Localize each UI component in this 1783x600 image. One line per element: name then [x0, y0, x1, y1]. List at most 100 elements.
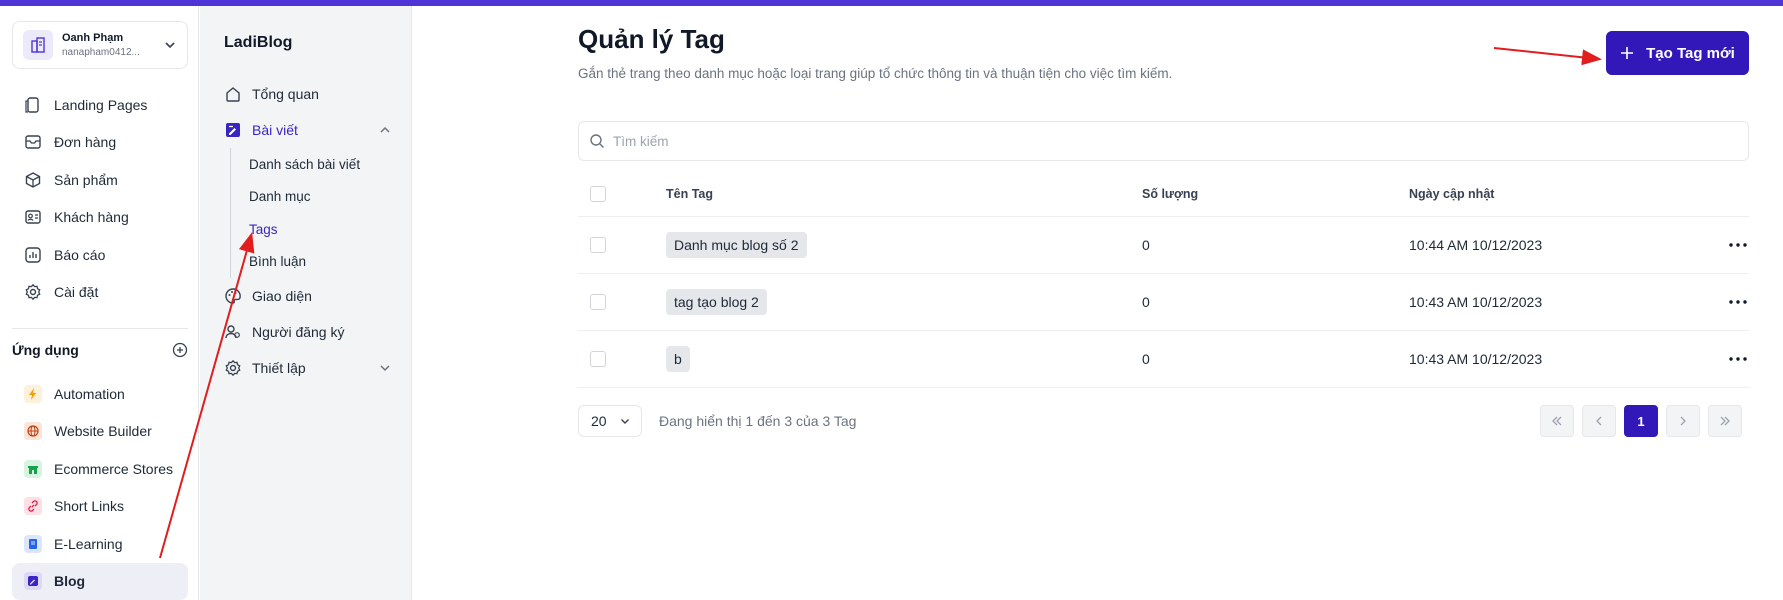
- app-label: Website Builder: [54, 423, 152, 440]
- globe-icon: [24, 422, 42, 441]
- more-options-icon[interactable]: [1727, 292, 1749, 312]
- blog-nav: Tổng quan Bài viết Danh sách bài viết Da…: [224, 76, 392, 386]
- chevron-down-icon: [621, 419, 629, 424]
- nav-settings[interactable]: Cài đặt: [12, 274, 188, 312]
- account-switcher[interactable]: Oanh Phạm nanapham0412...: [12, 21, 188, 69]
- sidebar-item-posts[interactable]: Bài viết: [224, 112, 392, 148]
- column-header-quantity[interactable]: Số lượng: [1142, 187, 1198, 201]
- apps-header: Ứng dụng: [12, 342, 188, 358]
- tags-table: Tên Tag Số lượng Ngày cập nhật Danh mục …: [578, 171, 1749, 388]
- users-icon: [224, 323, 242, 341]
- bolt-icon: [24, 384, 42, 403]
- more-options-icon[interactable]: [1727, 235, 1749, 255]
- chevron-down-icon: [380, 365, 390, 372]
- home-icon: [224, 85, 242, 103]
- add-circle-icon[interactable]: [172, 342, 188, 358]
- apps-title: Ứng dụng: [12, 342, 79, 358]
- app-label: Short Links: [54, 498, 125, 515]
- sidebar-item-theme[interactable]: Giao diện: [224, 278, 392, 314]
- sidebar-item-subscribers[interactable]: Người đăng ký: [224, 314, 392, 350]
- table-footer: 20 Đang hiển thị 1 đến 3 của 3 Tag 1: [578, 405, 1749, 437]
- divider: [12, 328, 188, 329]
- nav-landing-pages[interactable]: Landing Pages: [12, 86, 188, 124]
- sidebar-item-label: Người đăng ký: [252, 324, 345, 340]
- more-options-icon[interactable]: [1727, 349, 1749, 369]
- sidebar-item-label: Tổng quan: [252, 86, 319, 102]
- tag-quantity: 0: [1142, 237, 1150, 253]
- column-header-updated[interactable]: Ngày cập nhật: [1409, 187, 1494, 201]
- apps-list: Automation Website Builder Ecommerce Sto…: [12, 375, 188, 600]
- posts-submenu: Danh sách bài viết Danh mục Tags Bình lu…: [230, 148, 392, 278]
- row-checkbox[interactable]: [590, 294, 606, 310]
- double-chevron-right-icon: [1720, 416, 1730, 426]
- tag-updated-date: 10:44 AM 10/12/2023: [1409, 237, 1543, 253]
- app-ecommerce-stores[interactable]: Ecommerce Stores: [12, 450, 188, 488]
- app-website-builder[interactable]: Website Builder: [12, 413, 188, 451]
- nav-products[interactable]: Sản phẩm: [12, 161, 188, 199]
- box-icon: [24, 171, 42, 189]
- nav-reports[interactable]: Báo cáo: [12, 236, 188, 274]
- nav-customers[interactable]: Khách hàng: [12, 199, 188, 237]
- app-short-links[interactable]: Short Links: [12, 488, 188, 526]
- tag-name[interactable]: Danh mục blog số 2: [666, 232, 807, 258]
- tag-updated-date: 10:43 AM 10/12/2023: [1409, 294, 1543, 310]
- main-sidebar: Oanh Phạm nanapham0412... Landing Pages …: [0, 6, 199, 600]
- search-icon: [590, 134, 604, 148]
- page-button-current[interactable]: 1: [1624, 405, 1658, 437]
- building-icon: [23, 30, 53, 60]
- plus-icon: [1621, 47, 1634, 59]
- search-box[interactable]: [578, 121, 1749, 161]
- sidebar-item-overview[interactable]: Tổng quan: [224, 76, 392, 112]
- app-blog[interactable]: Blog: [12, 562, 188, 600]
- app-automation[interactable]: Automation: [12, 375, 188, 413]
- app-label: Blog: [54, 573, 86, 590]
- main-content: Quản lý Tag Gắn thẻ trang theo danh mục …: [578, 6, 1750, 600]
- gear-icon: [24, 283, 42, 301]
- tag-quantity: 0: [1142, 351, 1150, 367]
- tag-name[interactable]: tag tạo blog 2: [666, 289, 767, 315]
- book-icon: [24, 534, 42, 553]
- sidebar-item-comments[interactable]: Bình luận: [249, 246, 392, 279]
- orders-icon: [24, 133, 42, 151]
- blog-sidebar: LadiBlog Tổng quan Bài viết Danh sách bà…: [200, 6, 412, 600]
- showing-count: Đang hiển thị 1 đến 3 của 3 Tag: [659, 413, 857, 429]
- nav-orders[interactable]: Đơn hàng: [12, 124, 188, 162]
- sidebar-item-categories[interactable]: Danh mục: [249, 181, 392, 214]
- page-size-value: 20: [591, 413, 607, 429]
- first-page-button[interactable]: [1540, 405, 1574, 437]
- nav-label: Khách hàng: [54, 209, 129, 226]
- last-page-button[interactable]: [1708, 405, 1742, 437]
- tag-updated-date: 10:43 AM 10/12/2023: [1409, 351, 1543, 367]
- chevron-down-icon: [165, 42, 175, 49]
- app-label: E-Learning: [54, 535, 123, 552]
- row-checkbox[interactable]: [590, 351, 606, 367]
- create-tag-button[interactable]: Tạo Tag mới: [1606, 31, 1749, 75]
- nav-label: Cài đặt: [54, 284, 99, 301]
- sidebar-item-post-list[interactable]: Danh sách bài viết: [249, 148, 392, 181]
- nav-label: Sản phẩm: [54, 171, 118, 188]
- search-input[interactable]: [613, 133, 1713, 149]
- account-email: nanapham0412...: [62, 47, 140, 58]
- sidebar-item-tags[interactable]: Tags: [249, 213, 392, 246]
- table-row[interactable]: b 0 10:43 AM 10/12/2023: [578, 331, 1749, 388]
- sidebar-item-settings[interactable]: Thiết lập: [224, 350, 392, 386]
- sidebar-item-label: Bài viết: [252, 122, 298, 138]
- account-name: Oanh Phạm: [62, 32, 124, 44]
- double-chevron-left-icon: [1552, 416, 1562, 426]
- main-nav: Landing Pages Đơn hàng Sản phẩm Khách hà…: [12, 86, 188, 311]
- sidebar-item-label: Giao diện: [252, 288, 312, 304]
- select-all-checkbox[interactable]: [590, 185, 606, 202]
- report-icon: [24, 246, 42, 264]
- gear-icon: [224, 359, 242, 377]
- app-e-learning[interactable]: E-Learning: [12, 525, 188, 563]
- nav-label: Đơn hàng: [54, 134, 117, 151]
- table-row[interactable]: Danh mục blog số 2 0 10:44 AM 10/12/2023: [578, 217, 1749, 274]
- prev-page-button[interactable]: [1582, 405, 1616, 437]
- row-checkbox[interactable]: [590, 237, 606, 253]
- column-header-name[interactable]: Tên Tag: [666, 187, 713, 201]
- page-size-select[interactable]: 20: [578, 405, 642, 437]
- tag-name[interactable]: b: [666, 346, 690, 372]
- table-row[interactable]: tag tạo blog 2 0 10:43 AM 10/12/2023: [578, 274, 1749, 331]
- app-label: Automation: [54, 385, 125, 402]
- next-page-button[interactable]: [1666, 405, 1700, 437]
